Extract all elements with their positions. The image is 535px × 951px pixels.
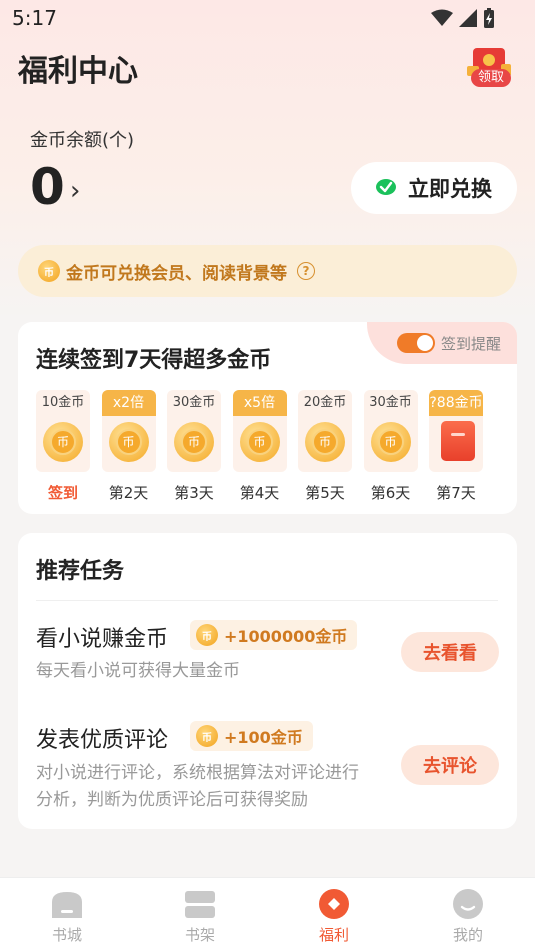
coin-icon: 币 [239, 422, 280, 462]
day-reward: 10金币 [41, 395, 85, 410]
day-reward: 20金币 [303, 395, 347, 410]
day-tile: ?88金币 [429, 390, 483, 472]
gift-label: 领取 [471, 69, 511, 87]
tab-label: 书城 [51, 926, 82, 944]
coin-icon: 币 [196, 725, 218, 747]
checkin-day[interactable]: x2倍币第2天 [101, 390, 156, 502]
day-tile: x2倍币 [101, 390, 156, 472]
checkin-title: 连续签到7天得超多金币 [36, 348, 272, 373]
notice-bar: 币 金币可兑换会员、阅读背景等 ? [18, 245, 517, 297]
bookshelf-icon [183, 888, 217, 920]
tasks-title: 推荐任务 [36, 559, 125, 584]
day-tile: 30金币币 [363, 390, 418, 472]
tab-bookshelf[interactable]: 书架 [160, 888, 240, 945]
coin-glyph: 币 [181, 429, 207, 455]
task-read-reward: 币 +1000000金币 [190, 620, 358, 650]
go-comment-button[interactable]: 去评论 [401, 745, 499, 785]
coin-icon: 币 [108, 422, 149, 462]
day-label: 第4天 [239, 484, 280, 502]
tab-label: 福利 [318, 926, 349, 944]
coin-glyph: 币 [50, 429, 76, 455]
coin-icon: 币 [305, 422, 345, 462]
tab-profile[interactable]: 我的 [428, 888, 508, 945]
reward-text: +1000000金币 [224, 627, 348, 646]
divider [36, 600, 498, 601]
day-label: 第6天 [370, 484, 411, 502]
go-read-button[interactable]: 去看看 [401, 632, 499, 672]
coin-icon: 币 [370, 422, 411, 462]
battery-icon [484, 8, 494, 28]
task-read-desc: 每天看小说可获得大量金币 [36, 661, 240, 681]
balance-label: 金币余额(个) [30, 130, 135, 151]
exchange-label: 立即兑换 [408, 177, 492, 201]
tasks-card: 推荐任务 看小说赚金币 币 +1000000金币 每天看小说可获得大量金币 去看… [18, 533, 517, 829]
status-time: 5:17 [12, 6, 57, 30]
coin-glyph: 币 [377, 429, 404, 455]
multiplier-badge: ?88金币 [429, 390, 483, 416]
task-comment-name: 发表优质评论 [36, 728, 169, 753]
notice-text: 金币可兑换会员、阅读背景等 [66, 263, 287, 284]
checkin-days: 10金币币签到 x2倍币第2天 30金币币第3天 x5倍币第4天 20金币币第5天 30金… [36, 390, 506, 510]
task-comment-reward: 币 +100金币 [190, 721, 313, 751]
wechat-icon [376, 179, 396, 195]
day-label: 签到 [47, 484, 78, 502]
help-icon[interactable]: ? [297, 262, 315, 280]
welfare-icon [317, 888, 351, 920]
coin-icon: 币 [174, 422, 214, 462]
task-comment-desc-line1: 对小说进行评论，系统根据算法对评论进行 [36, 763, 359, 783]
toggle-knob [416, 335, 433, 351]
day-reward: 30金币 [172, 395, 216, 410]
day-label: 第7天 [436, 484, 476, 502]
reminder-label: 签到提醒 [440, 334, 501, 353]
reward-text: +100金币 [224, 728, 303, 747]
profile-icon [451, 888, 485, 920]
reminder-toggle[interactable] [396, 333, 435, 353]
wifi-icon [431, 9, 453, 26]
day-tile: 30金币币 [167, 390, 221, 472]
checkin-day[interactable]: 30金币币第6天 [363, 390, 418, 502]
day-tile: x5倍币 [232, 390, 287, 472]
exchange-button[interactable]: 立即兑换 [351, 162, 517, 214]
envelope-flap [451, 433, 465, 436]
task-comment-desc-line2: 分析，判断为优质评论后可获得奖励 [36, 790, 308, 810]
coin-icon: 币 [196, 624, 218, 646]
checkin-reminder: 签到提醒 [367, 322, 517, 364]
bookstore-icon [50, 888, 84, 920]
tab-label: 书架 [184, 926, 215, 944]
day-label: 第5天 [305, 484, 345, 502]
coin-icon: 币 [43, 422, 83, 462]
checkin-day[interactable]: ?88金币第7天 [429, 390, 483, 502]
coin-glyph: 币 [115, 429, 142, 455]
chevron-right-icon[interactable]: › [70, 176, 80, 206]
coin-glyph: 币 [312, 429, 338, 455]
day-tile: 20金币币 [298, 390, 352, 472]
coin-glyph: 币 [246, 429, 273, 455]
gift-reward-button[interactable]: 领取 [465, 46, 513, 90]
status-icons [431, 8, 495, 28]
checkin-day[interactable]: 30金币币第3天 [167, 390, 221, 502]
day-tile: 10金币币 [36, 390, 90, 472]
red-envelope-icon [441, 421, 475, 461]
checkin-card: 签到提醒 连续签到7天得超多金币 10金币币签到 x2倍币第2天 30金币币第3天 x… [18, 322, 517, 514]
day-reward: 30金币 [369, 395, 412, 410]
coin-icon: 币 [38, 260, 60, 282]
multiplier-badge: x2倍 [101, 390, 156, 416]
checkin-day[interactable]: 10金币币签到 [36, 390, 90, 502]
status-bar: 5:17 [0, 0, 535, 36]
bottom-tabbar: 书城 书架 福利 我的 [0, 877, 535, 951]
balance-value[interactable]: 0 [30, 158, 65, 216]
checkin-day[interactable]: x5倍币第4天 [232, 390, 287, 502]
checkin-day[interactable]: 20金币币第5天 [298, 390, 352, 502]
tab-label: 我的 [452, 926, 483, 944]
tab-welfare[interactable]: 福利 [294, 888, 374, 945]
signal-icon [459, 9, 477, 27]
multiplier-badge: x5倍 [232, 390, 287, 416]
task-read-name: 看小说赚金币 [36, 627, 169, 652]
day-label: 第2天 [108, 484, 149, 502]
day-label: 第3天 [174, 484, 214, 502]
page-title: 福利中心 [18, 54, 138, 89]
tab-bookstore[interactable]: 书城 [27, 888, 107, 945]
